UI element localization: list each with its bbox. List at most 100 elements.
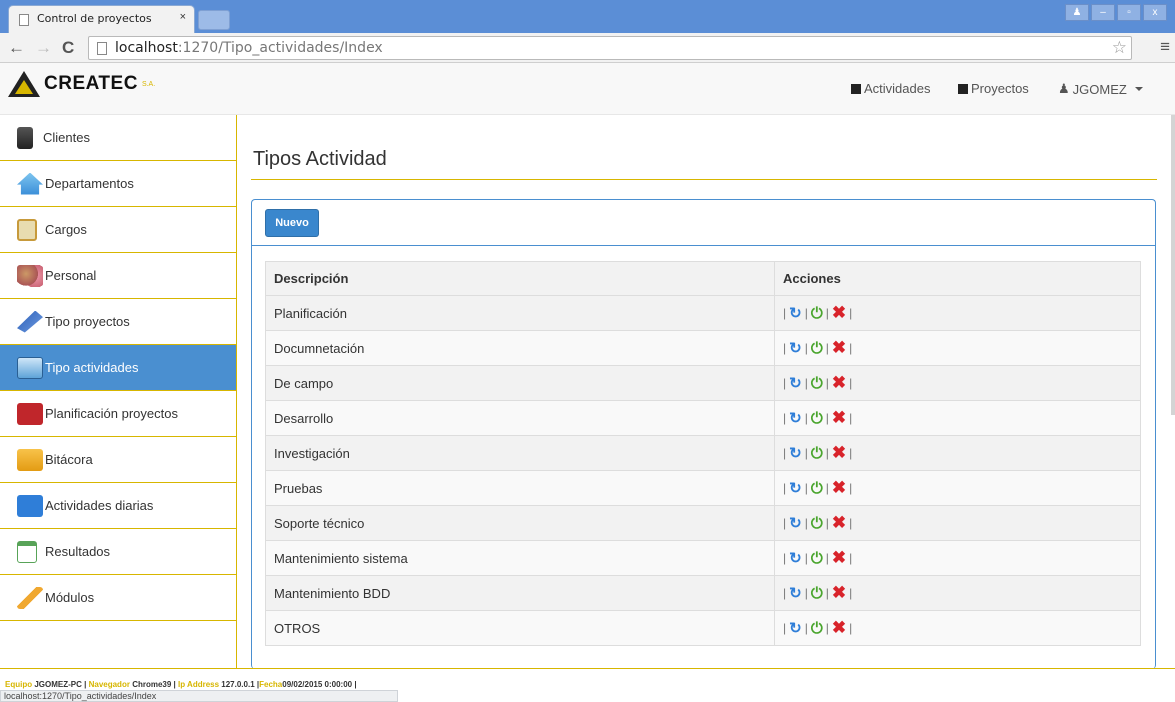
edit-refresh-icon[interactable]: ↻ [789, 514, 802, 532]
activate-power-icon[interactable]: ⏻ [811, 480, 823, 497]
delete-icon[interactable]: ✖ [832, 583, 846, 603]
minimize-icon[interactable]: – [1091, 4, 1115, 21]
bookmark-star-icon[interactable]: ☆ [1112, 38, 1127, 58]
separator: | [849, 481, 853, 495]
edit-refresh-icon[interactable]: ↻ [789, 374, 802, 392]
maximize-icon[interactable]: ▫ [1117, 4, 1141, 21]
edit-refresh-icon[interactable]: ↻ [789, 304, 802, 322]
separator: | [825, 551, 829, 565]
separator: | [783, 411, 787, 425]
delete-icon[interactable]: ✖ [832, 303, 846, 323]
edit-refresh-icon[interactable]: ↻ [789, 444, 802, 462]
delete-icon[interactable]: ✖ [832, 443, 846, 463]
activate-power-icon[interactable]: ⏻ [811, 620, 823, 637]
activate-power-icon[interactable]: ⏻ [811, 445, 823, 462]
sidebar-item-bitacora[interactable]: Bitácora [0, 437, 236, 483]
pen-icon [17, 310, 43, 333]
separator: | [825, 341, 829, 355]
separator: | [804, 411, 808, 425]
table-row: Planificación | ↻ | ⏻ | ✖ | [265, 295, 1141, 331]
activity-description: Pruebas [265, 470, 775, 506]
sidebar-item-tipo-proyectos[interactable]: Tipo proyectos [0, 299, 236, 345]
window-controls: ♟ – ▫ x [1065, 4, 1167, 21]
row-actions: | ↻ | ⏻ | ✖ | [774, 610, 1141, 646]
separator: | [849, 516, 853, 530]
delete-icon[interactable]: ✖ [832, 373, 846, 393]
separator: | [783, 621, 787, 635]
address-bar[interactable]: localhost:1270/Tipo_actividades/Index ☆ [88, 36, 1132, 60]
sidebar-item-resultados[interactable]: Resultados [0, 529, 236, 575]
chevron-down-icon [1134, 87, 1143, 91]
delete-icon[interactable]: ✖ [832, 338, 846, 358]
edit-refresh-icon[interactable]: ↻ [789, 339, 802, 357]
separator: | [783, 586, 787, 600]
new-tab-button[interactable] [198, 10, 230, 30]
sidebar-item-actividades-diarias[interactable]: Actividades diarias [0, 483, 236, 529]
separator: | [825, 586, 829, 600]
activate-power-icon[interactable]: ⏻ [811, 375, 823, 392]
separator: | [804, 621, 808, 635]
action-icons: | ↻ | ⏻ | ✖ | [783, 478, 1140, 498]
row-actions: | ↻ | ⏻ | ✖ | [774, 365, 1141, 401]
user-menu[interactable]: ♟ JGOMEZ [1058, 81, 1143, 97]
delete-icon[interactable]: ✖ [832, 408, 846, 428]
row-actions: | ↻ | ⏻ | ✖ | [774, 330, 1141, 366]
separator: | [804, 341, 808, 355]
close-window-icon[interactable]: x [1143, 4, 1167, 21]
activate-power-icon[interactable]: ⏻ [811, 305, 823, 322]
table-row: De campo | ↻ | ⏻ | ✖ | [265, 365, 1141, 401]
back-arrow-icon[interactable]: ← [8, 38, 25, 58]
activity-description: Documnetación [265, 330, 775, 366]
delete-icon[interactable]: ✖ [832, 618, 846, 638]
createc-logo[interactable]: CREATEC S.A. [8, 71, 155, 97]
action-icons: | ↻ | ⏻ | ✖ | [783, 373, 1140, 393]
user-icon[interactable]: ♟ [1065, 4, 1089, 21]
forward-arrow-icon[interactable]: → [35, 38, 52, 58]
edit-refresh-icon[interactable]: ↻ [789, 619, 802, 637]
activate-power-icon[interactable]: ⏻ [811, 515, 823, 532]
separator: | [804, 551, 808, 565]
sidebar-item-departamentos[interactable]: Departamentos [0, 161, 236, 207]
vertical-scrollbar[interactable] [1171, 115, 1175, 415]
sidebar-item-modulos[interactable]: Módulos [0, 575, 236, 621]
new-button[interactable]: Nuevo [265, 209, 319, 237]
separator: | [849, 376, 853, 390]
reload-icon[interactable]: C [62, 38, 74, 58]
separator: | [804, 586, 808, 600]
activate-power-icon[interactable]: ⏻ [811, 550, 823, 567]
delete-icon[interactable]: ✖ [832, 478, 846, 498]
browser-titlebar: Control de proyectos × ♟ – ▫ x [0, 0, 1175, 33]
house-icon [17, 172, 43, 195]
action-icons: | ↻ | ⏻ | ✖ | [783, 513, 1140, 533]
separator: | [825, 306, 829, 320]
edit-refresh-icon[interactable]: ↻ [789, 409, 802, 427]
delete-icon[interactable]: ✖ [832, 513, 846, 533]
separator: | [783, 376, 787, 390]
nav-actividades[interactable]: Actividades [851, 81, 930, 96]
sidebar-item-planificacion-proyectos[interactable]: Planificación proyectos [0, 391, 236, 437]
row-actions: | ↻ | ⏻ | ✖ | [774, 295, 1141, 331]
separator: | [849, 586, 853, 600]
separator: | [849, 551, 853, 565]
chrome-menu-icon[interactable]: ≡ [1160, 37, 1170, 57]
activity-description: Mantenimiento BDD [265, 575, 775, 611]
activate-power-icon[interactable]: ⏻ [811, 585, 823, 602]
activate-power-icon[interactable]: ⏻ [811, 410, 823, 427]
nav-proyectos[interactable]: Proyectos [958, 81, 1029, 96]
delete-icon[interactable]: ✖ [832, 548, 846, 568]
edit-refresh-icon[interactable]: ↻ [789, 479, 802, 497]
activate-power-icon[interactable]: ⏻ [811, 340, 823, 357]
separator: | [849, 306, 853, 320]
sidebar-item-tipo-actividades[interactable]: Tipo actividades [0, 345, 236, 391]
sidebar-item-cargos[interactable]: Cargos [0, 207, 236, 253]
browser-tab[interactable]: Control de proyectos × [8, 5, 195, 33]
url-text[interactable]: localhost:1270/Tipo_actividades/Index [115, 40, 383, 56]
tab-title: Control de proyectos [37, 12, 152, 25]
edit-refresh-icon[interactable]: ↻ [789, 584, 802, 602]
close-tab-icon[interactable]: × [180, 11, 186, 23]
sidebar-item-clientes[interactable]: Clientes [0, 115, 236, 161]
activity-description: De campo [265, 365, 775, 401]
edit-refresh-icon[interactable]: ↻ [789, 549, 802, 567]
row-actions: | ↻ | ⏻ | ✖ | [774, 400, 1141, 436]
sidebar-item-personal[interactable]: Personal [0, 253, 236, 299]
